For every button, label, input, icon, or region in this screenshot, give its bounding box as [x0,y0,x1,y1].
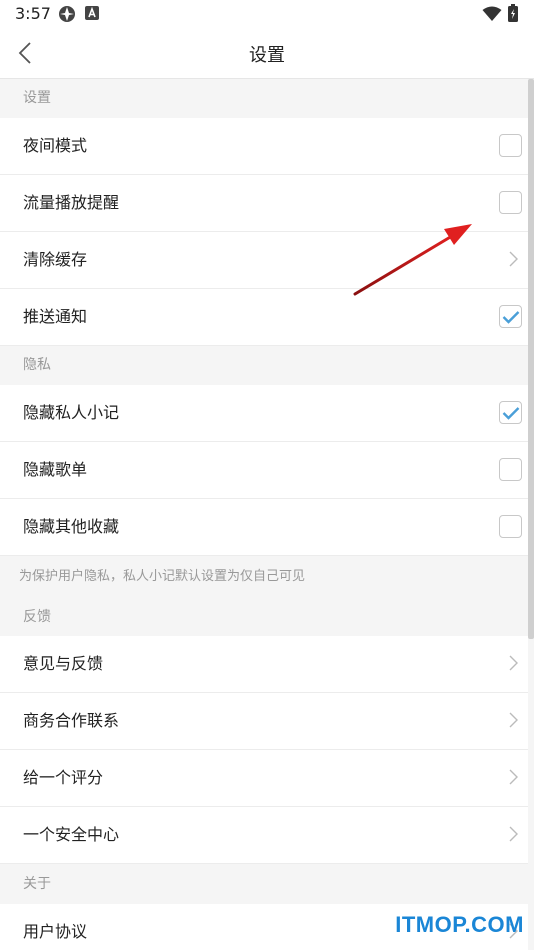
title-bar: 设置 [0,28,534,79]
scrollbar[interactable] [528,79,534,639]
status-bar: 3:57 [0,0,534,28]
row-label: 流量播放提醒 [23,193,120,212]
section-header-settings: 设置 [0,79,528,118]
setting-data-playback-reminder[interactable]: 流量播放提醒 [0,175,528,232]
night-mode-checkbox[interactable] [499,134,522,157]
row-label: 隐藏私人小记 [23,403,120,422]
section-header-privacy: 隐私 [0,346,528,385]
item-rate-app[interactable]: 给一个评分 [0,750,528,807]
setting-hide-private-notes[interactable]: 隐藏私人小记 [0,385,528,442]
push-notifications-checkbox[interactable] [499,305,522,328]
watermark: ITMOP.COM [395,912,524,937]
row-label: 一个安全中心 [23,825,120,844]
chevron-right-icon [509,769,518,789]
row-label: 清除缓存 [23,250,88,269]
row-label: 用户协议 [23,922,88,941]
row-label: 推送通知 [23,307,88,326]
row-label: 隐藏其他收藏 [23,517,120,536]
item-feedback[interactable]: 意见与反馈 [0,636,528,693]
row-label: 给一个评分 [23,768,104,787]
chevron-right-icon [509,712,518,732]
section-header-feedback: 反馈 [0,598,528,636]
battery-icon [508,4,518,26]
settings-list: 设置 夜间模式 流量播放提醒 清除缓存 推送通知 隐私 隐藏私人小记 隐藏歌单 … [0,79,528,950]
wifi-icon [482,6,502,26]
privacy-note: 为保护用户隐私，私人小记默认设置为仅自己可见 [0,556,528,598]
item-business-contact[interactable]: 商务合作联系 [0,693,528,750]
section-header-about: 关于 [0,864,528,904]
setting-night-mode[interactable]: 夜间模式 [0,118,528,175]
status-time: 3:57 [15,4,51,23]
a-notification-icon [84,5,100,25]
setting-hide-playlists[interactable]: 隐藏歌单 [0,442,528,499]
row-label: 夜间模式 [23,136,88,155]
checkmark-icon [502,406,519,420]
setting-clear-cache[interactable]: 清除缓存 [0,232,528,289]
chevron-right-icon [509,826,518,846]
row-label: 意见与反馈 [23,654,104,673]
row-label: 隐藏歌单 [23,460,88,479]
app-notification-icon [58,5,76,27]
page-title: 设置 [249,45,285,66]
chevron-right-icon [509,655,518,675]
item-security-center[interactable]: 一个安全中心 [0,807,528,864]
hide-private-notes-checkbox[interactable] [499,401,522,424]
checkmark-icon [502,310,519,324]
row-label: 商务合作联系 [23,711,120,730]
chevron-right-icon [509,251,518,271]
hide-playlists-checkbox[interactable] [499,458,522,481]
hide-other-favorites-checkbox[interactable] [499,515,522,538]
settings-screen: 3:57 设置 设置 夜间模式 流量播放提醒 清除缓存 推送通知 隐私 隐藏私人… [0,0,534,950]
setting-hide-other-favorites[interactable]: 隐藏其他收藏 [0,499,528,556]
setting-push-notifications[interactable]: 推送通知 [0,289,528,346]
data-playback-reminder-checkbox[interactable] [499,191,522,214]
